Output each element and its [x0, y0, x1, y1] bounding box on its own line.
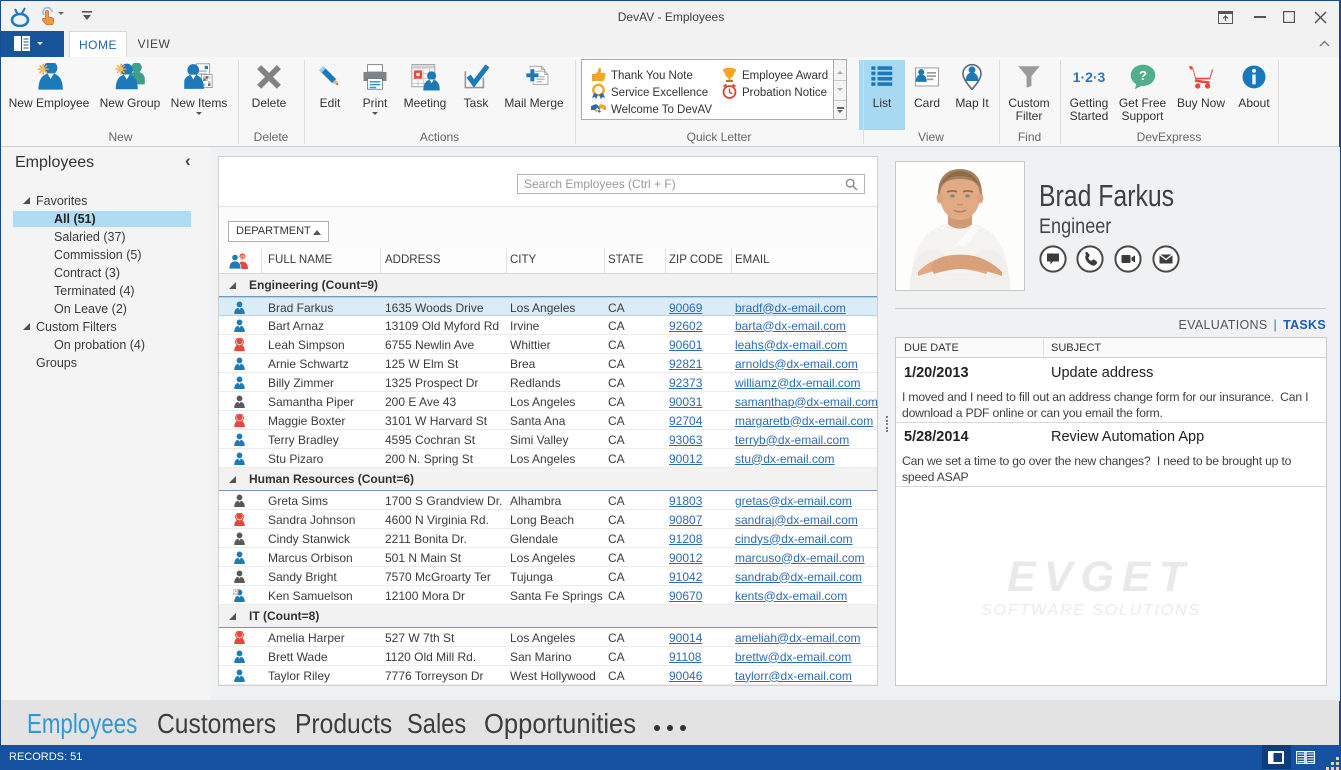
svg-text:@: @ [240, 255, 245, 261]
svg-text:?: ? [1138, 68, 1146, 83]
svg-text:1·2·3: 1·2·3 [1073, 69, 1106, 85]
